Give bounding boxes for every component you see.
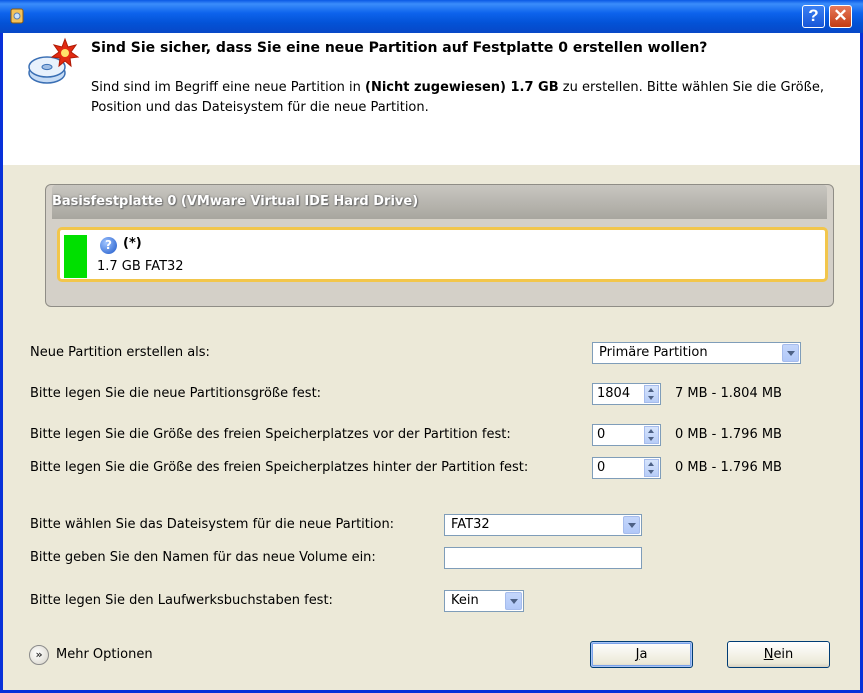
no-label-rest: ein xyxy=(773,647,794,662)
space-after-spinner[interactable]: 0 xyxy=(592,457,661,479)
volume-name-input[interactable] xyxy=(444,547,642,569)
app-icon xyxy=(10,8,24,24)
chevron-down-icon[interactable] xyxy=(782,344,799,362)
partition-size-label: Bitte legen Sie die neue Partitionsgröße… xyxy=(30,386,322,401)
expand-chevron-icon[interactable]: » xyxy=(29,645,49,665)
question-icon: ? xyxy=(100,237,117,254)
partition-type-select[interactable]: Primäre Partition xyxy=(592,342,801,364)
filesystem-label: Bitte wählen Sie das Dateisystem für die… xyxy=(30,517,395,532)
partition-info: 1.7 GB FAT32 xyxy=(97,259,184,274)
title-bar[interactable]: ? ✕ xyxy=(0,0,863,33)
partition-usage-bar xyxy=(64,235,87,278)
spinner-arrows-icon[interactable] xyxy=(644,459,659,477)
unallocated-size-text: (Nicht zugewiesen) 1.7 GB xyxy=(365,80,559,95)
chevron-down-icon[interactable] xyxy=(505,592,522,610)
partition-block[interactable]: ? (*) 1.7 GB FAT32 xyxy=(57,227,828,282)
more-options-link[interactable]: Mehr Optionen xyxy=(56,647,153,662)
new-partition-disk-icon xyxy=(28,37,80,84)
help-button[interactable]: ? xyxy=(802,5,825,28)
partition-size-value: 1804 xyxy=(597,386,631,401)
space-after-label: Bitte legen Sie die Größe des freien Spe… xyxy=(30,460,529,475)
filesystem-select[interactable]: FAT32 xyxy=(444,514,642,536)
dialog-description: Sind sind im Begriff eine neue Partition… xyxy=(91,78,826,118)
space-before-range: 0 MB - 1.796 MB xyxy=(675,427,782,442)
yes-button[interactable]: Ja xyxy=(590,641,693,668)
chevron-down-icon[interactable] xyxy=(623,516,640,534)
no-accelerator: N xyxy=(763,647,774,662)
partition-label: (*) xyxy=(123,236,142,251)
dialog-window: ? ✕ Sind Sie sicher, dass Sie eine neue … xyxy=(0,0,863,693)
space-before-value: 0 xyxy=(597,427,606,442)
drive-letter-label: Bitte legen Sie den Laufwerksbuchstaben … xyxy=(30,593,333,608)
disk-map-panel: Basisfestplatte 0 (VMware Virtual IDE Ha… xyxy=(45,184,834,307)
space-after-value: 0 xyxy=(597,460,606,475)
dialog-question: Sind Sie sicher, dass Sie eine neue Part… xyxy=(91,40,708,56)
description-text-start: Sind sind im Begriff eine neue Partition… xyxy=(91,80,365,95)
drive-letter-value: Kein xyxy=(451,593,479,608)
space-after-range: 0 MB - 1.796 MB xyxy=(675,460,782,475)
drive-letter-select[interactable]: Kein xyxy=(444,590,524,612)
partition-size-range: 7 MB - 1.804 MB xyxy=(675,386,782,401)
disk-title: Basisfestplatte 0 (VMware Virtual IDE Ha… xyxy=(52,185,827,219)
space-before-label: Bitte legen Sie die Größe des freien Spe… xyxy=(30,427,511,442)
partition-type-label: Neue Partition erstellen als: xyxy=(30,345,210,360)
close-button[interactable]: ✕ xyxy=(829,5,852,28)
spinner-arrows-icon[interactable] xyxy=(644,426,659,444)
header-panel: Sind Sie sicher, dass Sie eine neue Part… xyxy=(3,33,860,165)
no-button[interactable]: Nein xyxy=(727,641,830,668)
spinner-arrows-icon[interactable] xyxy=(644,385,659,403)
volume-name-label: Bitte geben Sie den Namen für das neue V… xyxy=(30,550,376,565)
yes-label-rest: a xyxy=(639,647,648,662)
partition-type-value: Primäre Partition xyxy=(599,345,708,360)
filesystem-value: FAT32 xyxy=(451,517,490,532)
space-before-spinner[interactable]: 0 xyxy=(592,424,661,446)
partition-size-spinner[interactable]: 1804 xyxy=(592,383,661,405)
